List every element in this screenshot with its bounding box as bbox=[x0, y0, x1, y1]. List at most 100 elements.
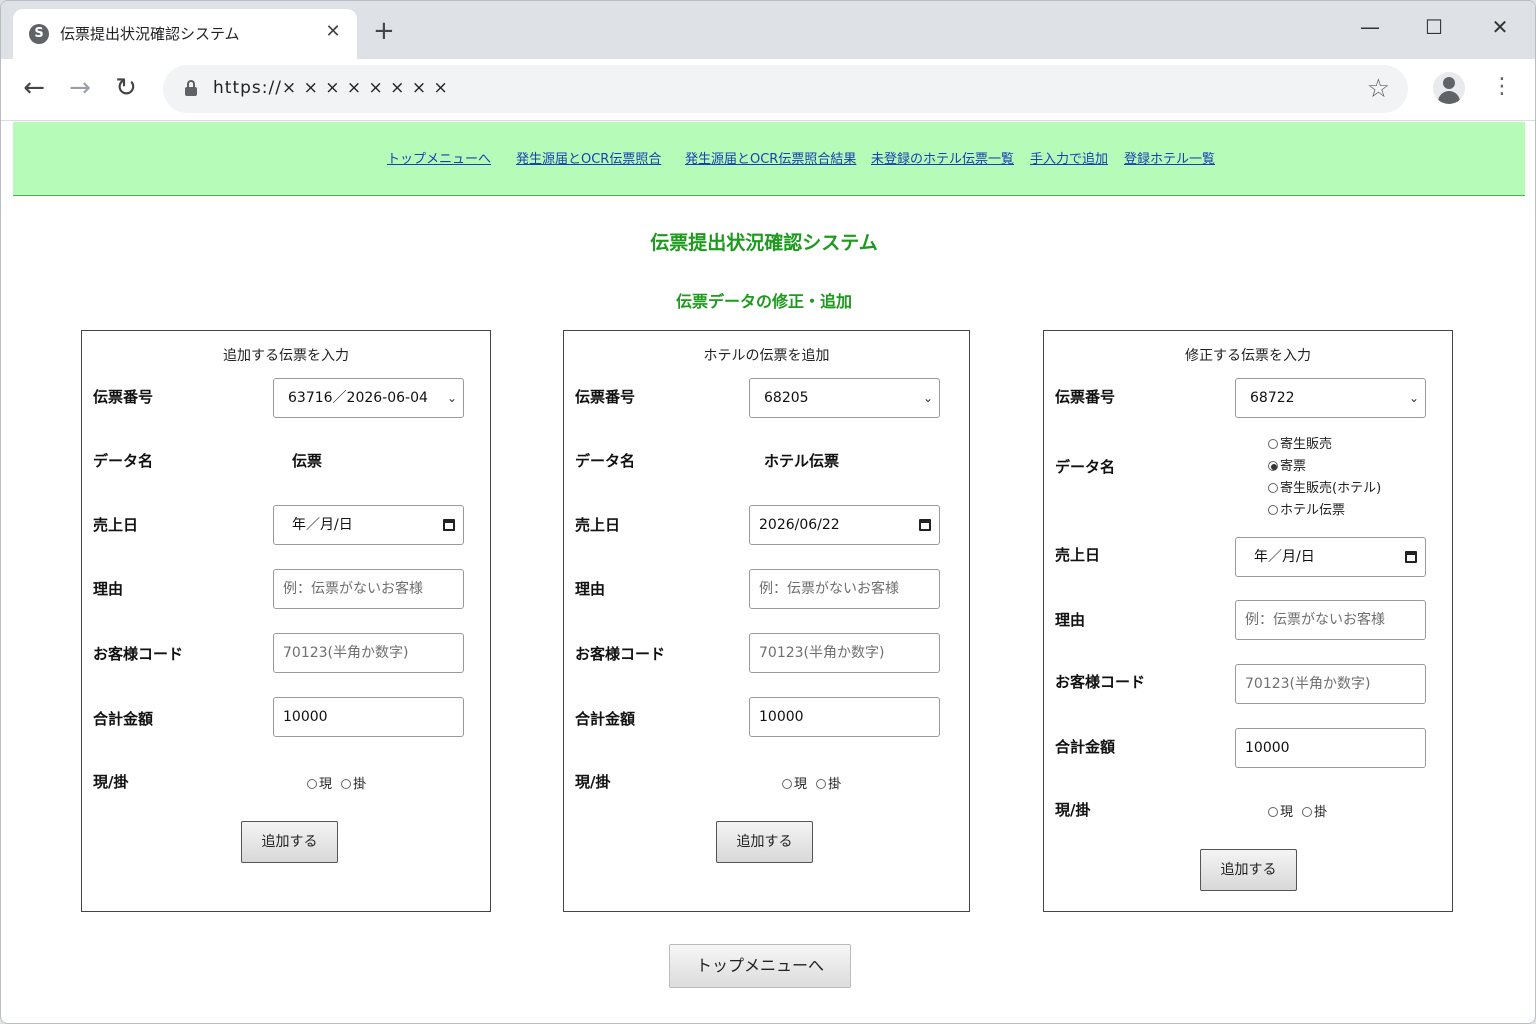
edit-slip-panel: 修正する伝票を入力 伝票番号 68722 ⌄ データ名 寄生販売 寄票 寄生販売… bbox=[1043, 330, 1453, 912]
panel-heading: 追加する伝票を入力 bbox=[223, 348, 349, 364]
customer-code-input[interactable]: 70123(半角か数字) bbox=[273, 633, 464, 673]
data-name-label: データ名 bbox=[93, 452, 154, 470]
customer-code-input[interactable]: 70123(半角か数字) bbox=[749, 633, 940, 673]
calendar-icon[interactable] bbox=[443, 519, 455, 531]
add-button[interactable]: 追加する bbox=[716, 821, 813, 863]
nav-link-top-menu[interactable]: トップメニューへ bbox=[387, 148, 491, 167]
cash-radio-label: 現 bbox=[794, 777, 808, 792]
credit-radio-label: 掛 bbox=[353, 777, 367, 792]
browser-window: S 伝票提出状況確認システム ✕ + — ☐ ✕ ← → ↻ https://×… bbox=[0, 0, 1536, 1024]
url-text[interactable]: https://× × × × × × × × bbox=[213, 78, 449, 98]
data-name-label: データ名 bbox=[1055, 458, 1116, 476]
data-name-option[interactable]: 寄生販売(ホテル) bbox=[1268, 477, 1381, 496]
nav-link-ocr-match[interactable]: 発生源届とOCR伝票照合 bbox=[516, 148, 661, 167]
reason-label: 理由 bbox=[93, 580, 124, 598]
sales-date-value: 2026/06/22 bbox=[759, 517, 840, 533]
credit-radio[interactable] bbox=[816, 779, 827, 789]
data-name-value: ホテル伝票 bbox=[764, 452, 840, 470]
sales-date-input[interactable]: 2026/06/22 bbox=[749, 505, 940, 545]
slip-number-select[interactable]: 63716／2026-06-04 ⌄ bbox=[273, 378, 464, 418]
sales-date-input[interactable]: 年／月/日 bbox=[273, 505, 464, 545]
profile-avatar-icon[interactable] bbox=[1433, 72, 1465, 104]
nav-link-registered-hotels[interactable]: 登録ホテル一覧 bbox=[1124, 148, 1215, 167]
data-name-option[interactable]: ホテル伝票 bbox=[1268, 499, 1345, 518]
forward-icon[interactable]: → bbox=[63, 73, 97, 103]
total-input[interactable]: 10000 bbox=[1235, 728, 1426, 768]
data-name-option[interactable]: 寄生販売 bbox=[1268, 433, 1332, 452]
credit-radio[interactable] bbox=[1302, 807, 1313, 817]
calendar-icon[interactable] bbox=[919, 519, 931, 531]
cash-credit-radio-group: 現 掛 bbox=[1268, 801, 1327, 820]
slip-number-value: 63716／2026-06-04 bbox=[288, 390, 428, 406]
browser-toolbar: ← → ↻ https://× × × × × × × × ☆ ⋮ bbox=[1, 59, 1535, 121]
data-name-radio[interactable] bbox=[1268, 483, 1278, 493]
reason-input[interactable]: 例：伝票がないお客様 bbox=[749, 569, 940, 609]
add-button[interactable]: 追加する bbox=[241, 821, 338, 863]
sales-date-label: 売上日 bbox=[575, 516, 621, 534]
add-button[interactable]: 追加する bbox=[1200, 849, 1297, 891]
credit-radio[interactable] bbox=[341, 779, 352, 789]
cash-credit-label: 現/掛 bbox=[1055, 801, 1091, 819]
reason-label: 理由 bbox=[575, 580, 606, 598]
credit-radio-label: 掛 bbox=[1314, 805, 1328, 820]
slip-number-select[interactable]: 68722 ⌄ bbox=[1235, 378, 1426, 418]
data-name-radio[interactable] bbox=[1268, 461, 1278, 471]
lock-icon[interactable] bbox=[185, 80, 197, 96]
address-bar[interactable]: https://× × × × × × × × ☆ bbox=[163, 65, 1408, 113]
browser-menu-icon[interactable]: ⋮ bbox=[1491, 74, 1513, 99]
add-slip-panel: 追加する伝票を入力 伝票番号 63716／2026-06-04 ⌄ データ名 伝… bbox=[81, 330, 491, 912]
reason-input[interactable]: 例：伝票がないお客様 bbox=[1235, 600, 1426, 640]
browser-tab[interactable]: S 伝票提出状況確認システム ✕ bbox=[13, 9, 357, 59]
cash-radio-label: 現 bbox=[319, 777, 333, 792]
data-name-label: データ名 bbox=[575, 452, 636, 470]
maximize-icon[interactable]: ☐ bbox=[1419, 15, 1449, 39]
data-name-option-label: 寄生販売 bbox=[1280, 437, 1333, 452]
calendar-icon[interactable] bbox=[1405, 551, 1417, 563]
nav-link-unregistered-hotel-slips[interactable]: 未登録のホテル伝票一覧 bbox=[871, 148, 1014, 167]
chevron-down-icon: ⌄ bbox=[446, 391, 457, 405]
total-input[interactable]: 10000 bbox=[273, 697, 464, 737]
customer-code-label: お客様コード bbox=[1055, 673, 1146, 691]
top-menu-button[interactable]: トップメニューへ bbox=[669, 944, 851, 988]
nav-link-manual-add[interactable]: 手入力で追加 bbox=[1030, 148, 1108, 167]
cash-radio[interactable] bbox=[782, 779, 792, 789]
cash-credit-label: 現/掛 bbox=[93, 773, 129, 791]
sales-date-label: 売上日 bbox=[93, 516, 139, 534]
back-icon[interactable]: ← bbox=[17, 73, 51, 103]
data-name-option-label: 寄票 bbox=[1280, 459, 1307, 474]
slip-number-value: 68722 bbox=[1250, 390, 1295, 406]
data-name-radio[interactable] bbox=[1268, 505, 1278, 515]
reason-input[interactable]: 例：伝票がないお客様 bbox=[273, 569, 464, 609]
new-tab-icon[interactable]: + bbox=[373, 17, 395, 45]
bookmark-star-icon[interactable]: ☆ bbox=[1367, 74, 1390, 104]
cash-radio[interactable] bbox=[1268, 807, 1278, 817]
slip-number-label: 伝票番号 bbox=[1055, 388, 1116, 406]
nav-link-ocr-match-result[interactable]: 発生源届とOCR伝票照合結果 bbox=[685, 148, 856, 167]
cash-credit-label: 現/掛 bbox=[575, 773, 611, 791]
tab-title: 伝票提出状況確認システム bbox=[60, 25, 240, 43]
panel-heading: ホテルの伝票を追加 bbox=[703, 348, 830, 364]
data-name-value: 伝票 bbox=[292, 452, 323, 470]
data-name-option-label: 寄生販売(ホテル) bbox=[1280, 481, 1382, 496]
total-label: 合計金額 bbox=[1055, 738, 1116, 756]
customer-code-input[interactable]: 70123(半角か数字) bbox=[1235, 664, 1426, 704]
page-title: 伝票提出状況確認システム bbox=[650, 232, 878, 254]
chevron-down-icon: ⌄ bbox=[922, 391, 933, 405]
slip-number-label: 伝票番号 bbox=[93, 388, 154, 406]
data-name-option[interactable]: 寄票 bbox=[1268, 455, 1306, 474]
reload-icon[interactable]: ↻ bbox=[109, 73, 143, 103]
sales-date-input[interactable]: 年／月/日 bbox=[1235, 537, 1426, 577]
window-close-icon[interactable]: ✕ bbox=[1485, 15, 1515, 39]
cash-radio-label: 現 bbox=[1280, 805, 1294, 820]
data-name-option-label: ホテル伝票 bbox=[1280, 503, 1346, 518]
total-input[interactable]: 10000 bbox=[749, 697, 940, 737]
tab-bar: S 伝票提出状況確認システム ✕ + — ☐ ✕ bbox=[1, 1, 1535, 59]
sales-date-placeholder: 年／月/日 bbox=[1254, 549, 1315, 565]
customer-code-label: お客様コード bbox=[575, 645, 666, 663]
tab-close-icon[interactable]: ✕ bbox=[323, 21, 343, 42]
slip-number-label: 伝票番号 bbox=[575, 388, 636, 406]
cash-radio[interactable] bbox=[307, 779, 317, 789]
slip-number-select[interactable]: 68205 ⌄ bbox=[749, 378, 940, 418]
data-name-radio[interactable] bbox=[1268, 439, 1278, 449]
minimize-icon[interactable]: — bbox=[1355, 15, 1385, 39]
